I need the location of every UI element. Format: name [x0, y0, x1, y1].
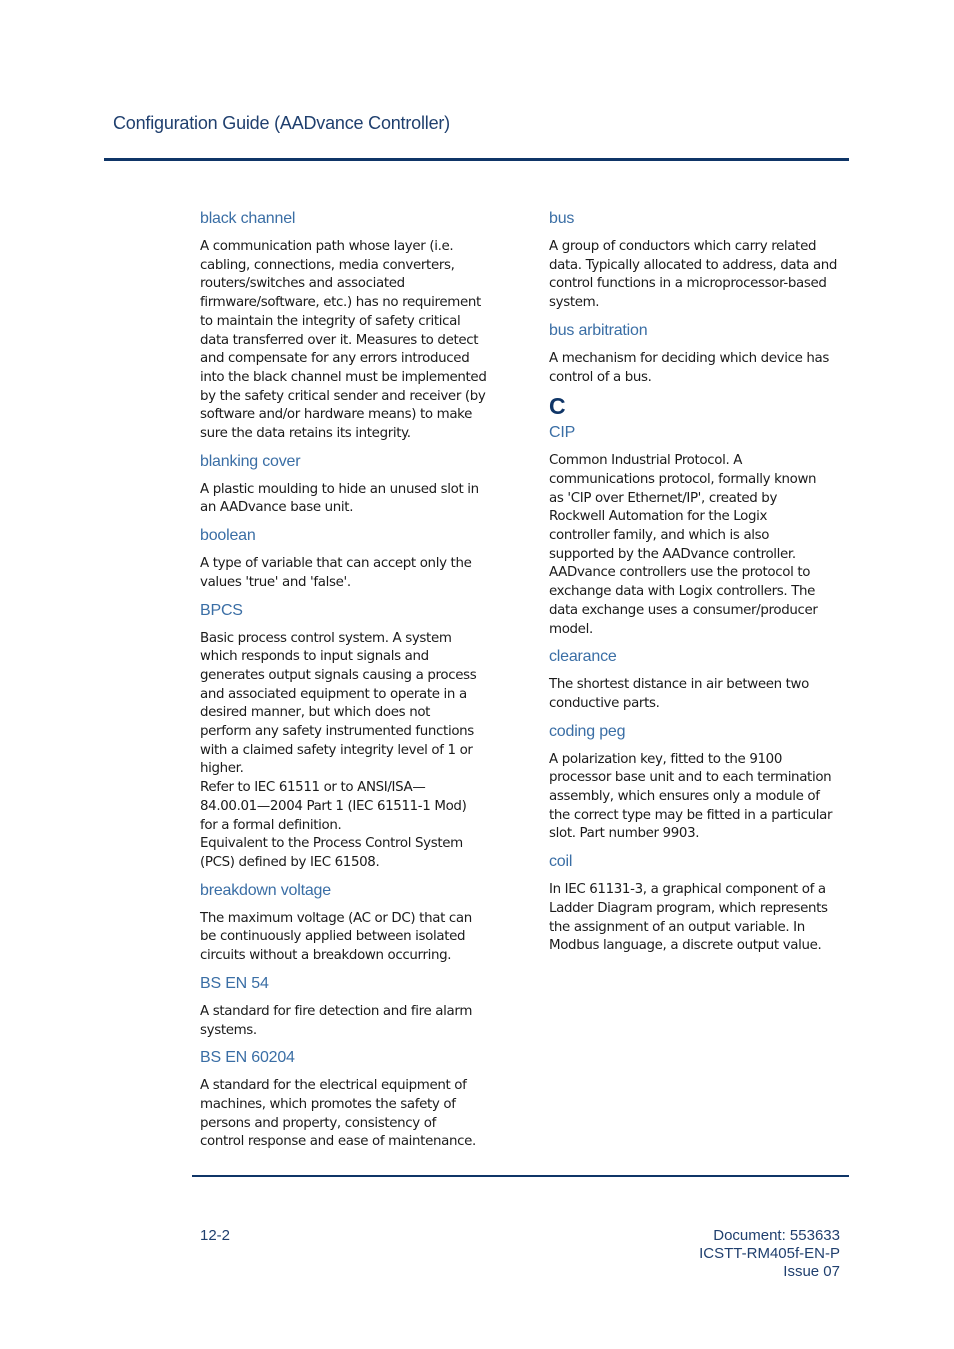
- glossary-term: CIP: [549, 424, 576, 442]
- glossary-definition: Basic process control system. A system w…: [200, 630, 477, 870]
- glossary-definition: The maximum voltage (AC or DC) that can …: [200, 910, 472, 964]
- glossary-definition: A communication path whose layer (i.e. c…: [200, 239, 487, 442]
- glossary-definition: A polarization key, fitted to the 9100 p…: [549, 751, 833, 842]
- glossary-entry: CIP Common Industrial Protocol. A commun…: [549, 421, 841, 639]
- glossary-definition: Common Industrial Protocol. A communicat…: [549, 453, 818, 637]
- glossary-entry: BPCS Basic process control system. A sys…: [200, 599, 492, 873]
- glossary-term: black channel: [200, 210, 296, 227]
- glossary-term: bus: [549, 210, 575, 227]
- glossary-definition: A type of variable that can accept only …: [200, 556, 472, 590]
- glossary-left-column: black channel A communication path whose…: [200, 207, 492, 1158]
- publication-number: ICSTT-RM405f-EN-P: [699, 1245, 840, 1262]
- glossary-term: coil: [549, 853, 573, 871]
- glossary-entry: boolean A type of variable that can acce…: [200, 524, 492, 592]
- glossary-entry: bus A group of conductors which carry re…: [549, 207, 841, 313]
- glossary-definition: A group of conductors which carry relate…: [549, 239, 838, 311]
- glossary-entry: coding peg A polarization key, fitted to…: [549, 720, 841, 845]
- glossary-entry: BS EN 54 A standard for fire detection a…: [200, 972, 492, 1040]
- glossary-term: bus arbitration: [549, 321, 648, 339]
- footer-divider: [192, 1175, 849, 1177]
- glossary-term: boolean: [200, 527, 256, 545]
- document-number: Document: 553633: [713, 1227, 840, 1244]
- glossary-definition: A plastic moulding to hide an unused slo…: [200, 481, 479, 516]
- glossary-entry: BS EN 60204 A standard for the electrica…: [200, 1046, 492, 1152]
- glossary-term: BS EN 54: [200, 974, 269, 992]
- section-letter-heading: C: [549, 393, 566, 420]
- glossary-entry: black channel A communication path whose…: [200, 207, 492, 444]
- glossary-term: BS EN 60204: [200, 1049, 295, 1067]
- glossary-definition: A standard for fire detection and fire a…: [200, 1003, 473, 1038]
- header-divider: [104, 158, 849, 161]
- page-number: 12-2: [200, 1227, 231, 1244]
- glossary-term: clearance: [549, 648, 617, 666]
- glossary-term: BPCS: [200, 601, 243, 619]
- glossary-entry: bus arbitration A mechanism for deciding…: [549, 319, 841, 387]
- glossary-entry: clearance The shortest distance in air b…: [549, 645, 841, 713]
- glossary-term: blanking cover: [200, 452, 301, 470]
- glossary-definition: The shortest distance in air between two…: [549, 677, 809, 711]
- glossary-entry: blanking cover A plastic moulding to hid…: [200, 450, 492, 518]
- document-info: Document: 553633 ICSTT-RM405f-EN-P Issue…: [699, 1227, 840, 1281]
- glossary-definition: In IEC 61131-3, a graphical component of…: [549, 882, 828, 954]
- glossary-term: breakdown voltage: [200, 881, 331, 899]
- glossary-definition: A standard for the electrical equipment …: [200, 1078, 476, 1150]
- glossary-entry: breakdown voltage The maximum voltage (A…: [200, 879, 492, 966]
- glossary-entry: coil In IEC 61131-3, a graphical compone…: [549, 850, 841, 956]
- glossary-term: coding peg: [549, 722, 626, 740]
- glossary-definition: A mechanism for deciding which device ha…: [549, 350, 830, 385]
- document-title: Configuration Guide (AADvance Controller…: [113, 113, 450, 133]
- glossary-right-column: bus A group of conductors which carry re…: [549, 207, 841, 962]
- issue-number: Issue 07: [783, 1263, 840, 1280]
